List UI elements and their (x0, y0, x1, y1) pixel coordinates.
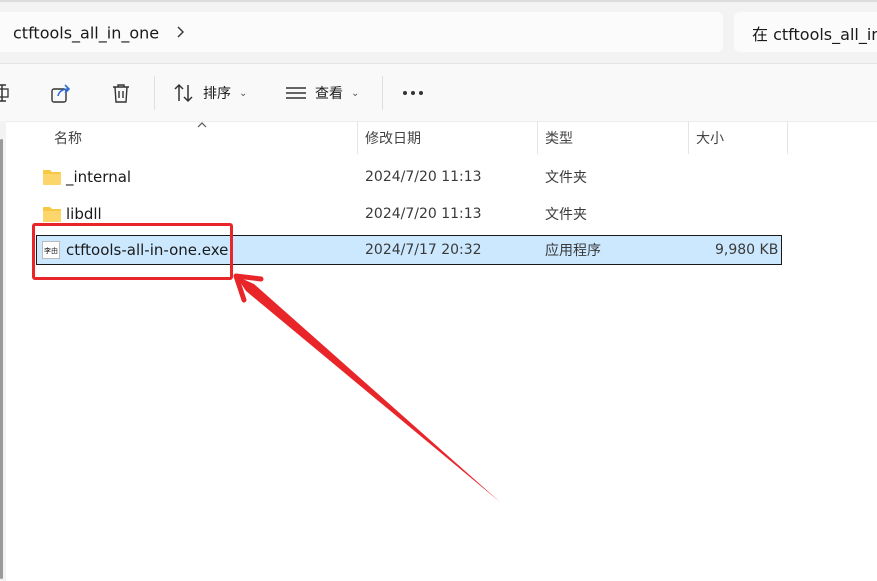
column-divider[interactable] (357, 121, 358, 154)
sort-button[interactable]: 排序 ⌄ (173, 78, 247, 108)
rename-icon (0, 84, 9, 102)
share-button[interactable] (50, 78, 72, 108)
file-type: 应用程序 (545, 243, 601, 259)
column-divider[interactable] (787, 121, 788, 154)
sort-label: 排序 (203, 86, 231, 102)
search-placeholder: 在 ctftools_all_in_one 中搜索 (752, 25, 877, 44)
view-icon (286, 87, 306, 99)
more-options-button[interactable] (402, 78, 424, 108)
file-row[interactable]: _internal 2024/7/20 11:13 文件夹 (36, 162, 782, 192)
folder-icon (43, 207, 61, 222)
annotation-highlight-box (32, 223, 233, 280)
column-header-name[interactable]: 名称 (54, 121, 82, 154)
toolbar-divider (154, 76, 155, 110)
folder-icon (43, 170, 61, 185)
more-icon (403, 91, 423, 95)
trash-icon (113, 84, 129, 103)
breadcrumb-current-folder[interactable]: ctftools_all_in_one (13, 24, 159, 43)
view-button[interactable]: 查看 ⌄ (285, 78, 359, 108)
window-top-border (0, 0, 877, 2)
sort-ascending-icon (197, 122, 207, 128)
column-header-type[interactable]: 类型 (545, 121, 573, 154)
share-icon (51, 84, 71, 103)
chevron-down-icon: ⌄ (239, 87, 248, 99)
command-bar: 排序 ⌄ 查看 ⌄ (0, 64, 877, 122)
delete-button[interactable] (110, 78, 132, 108)
column-divider[interactable] (537, 121, 538, 154)
file-modified: 2024/7/20 11:13 (365, 206, 482, 222)
rename-button[interactable] (0, 78, 10, 108)
column-header-size[interactable]: 大小 (696, 121, 724, 154)
column-header-modified[interactable]: 修改日期 (365, 121, 421, 154)
scrollbar[interactable] (0, 139, 3, 579)
file-modified: 2024/7/20 11:13 (365, 169, 482, 185)
file-type: 文件夹 (545, 207, 587, 223)
file-name: _internal (66, 168, 132, 186)
address-bar[interactable]: ctftools_all_in_one (0, 12, 723, 52)
navigation-pane-edge (0, 121, 6, 581)
title-address-area: ctftools_all_in_one 在 ctftools_all_in_on… (0, 0, 877, 64)
toolbar-divider (382, 76, 383, 110)
chevron-right-icon[interactable] (172, 24, 188, 40)
view-label: 查看 (315, 86, 343, 102)
file-size: 9,980 KB (715, 242, 779, 258)
sort-icon (174, 83, 193, 103)
search-box[interactable]: 在 ctftools_all_in_one 中搜索 (734, 12, 877, 52)
column-divider[interactable] (688, 121, 689, 154)
column-header-row: 名称 修改日期 类型 大小 (0, 121, 877, 154)
file-type: 文件夹 (545, 170, 587, 186)
file-modified: 2024/7/17 20:32 (365, 242, 482, 258)
chevron-down-icon: ⌄ (351, 87, 360, 99)
